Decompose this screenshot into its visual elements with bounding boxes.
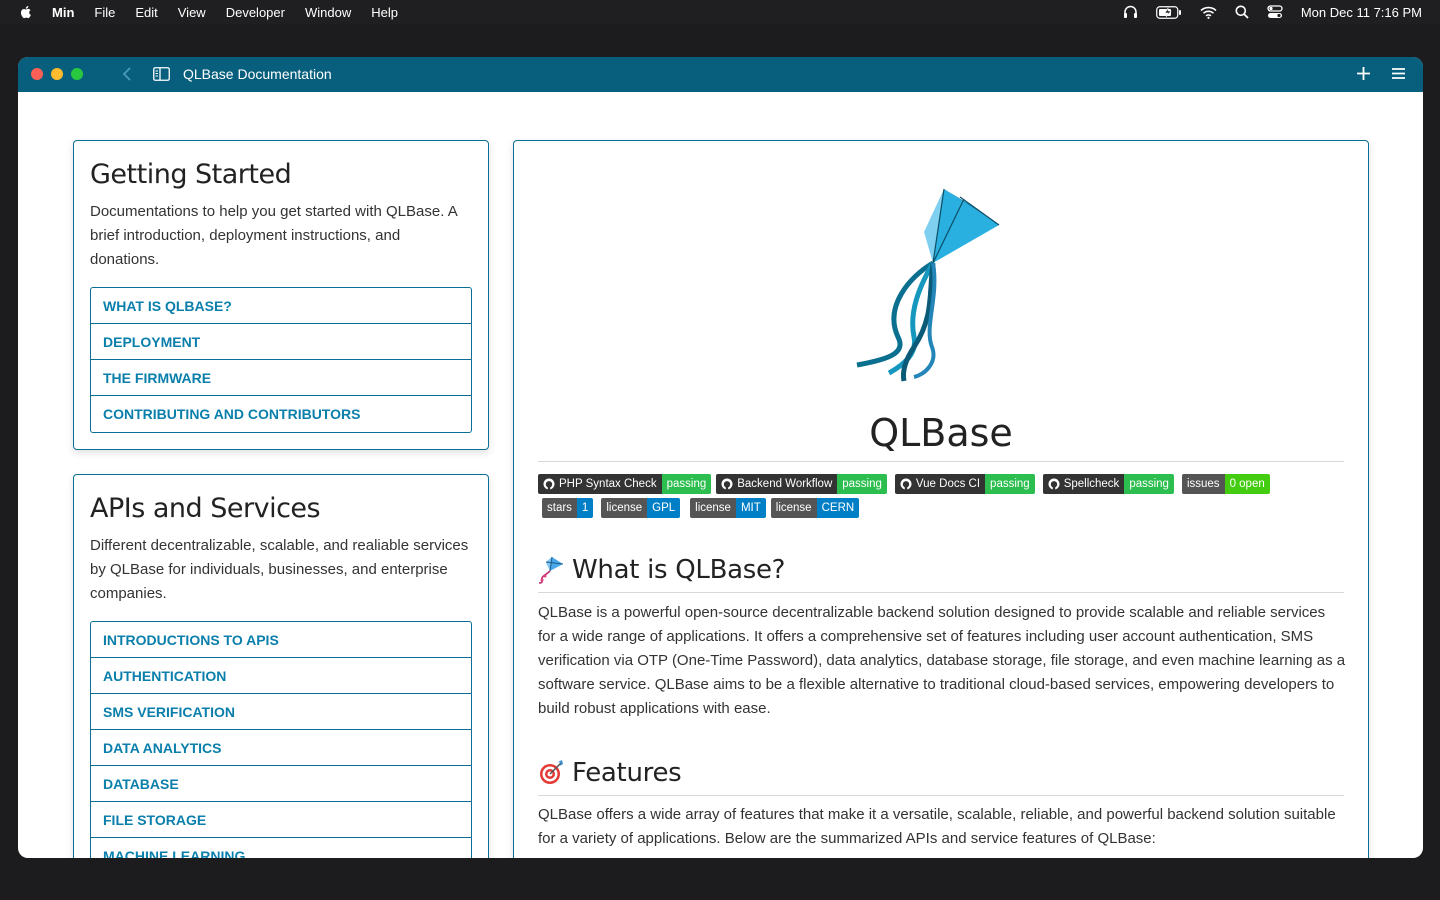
- badge-license-cern[interactable]: license CERN: [770, 498, 860, 518]
- link-what-is-qlbase[interactable]: WHAT IS QLBASE?: [91, 288, 471, 324]
- badge-value: MIT: [735, 498, 766, 518]
- badge-php-syntax[interactable]: PHP Syntax Check passing: [538, 474, 712, 494]
- badges: PHP Syntax Check passing Backend Workflo…: [538, 474, 1344, 522]
- badge-row-meta: stars 1 license GPL license MIT license …: [538, 498, 1344, 518]
- main-readme-card: QLBase PHP Syntax Check passing Backend …: [513, 140, 1369, 858]
- wifi-icon[interactable]: [1200, 6, 1217, 19]
- close-button[interactable]: [31, 68, 43, 80]
- apis-services-links: INTRODUCTIONS TO APIS AUTHENTICATION SMS…: [90, 621, 472, 858]
- badge-value: passing: [985, 474, 1035, 494]
- badge-label: Vue Docs CI: [915, 478, 981, 490]
- menu-help[interactable]: Help: [371, 5, 398, 20]
- github-icon: [543, 478, 555, 490]
- badge-backend-workflow[interactable]: Backend Workflow passing: [716, 474, 887, 494]
- new-tab-icon[interactable]: [1356, 66, 1371, 86]
- menu-edit[interactable]: Edit: [135, 5, 157, 20]
- menu-view[interactable]: View: [178, 5, 206, 20]
- badge-label: Spellcheck: [1063, 478, 1120, 490]
- github-icon: [1048, 478, 1060, 490]
- badge-label: issues: [1181, 474, 1225, 494]
- kite-logo: [856, 188, 1000, 382]
- link-data-analytics[interactable]: DATA ANALYTICS: [91, 730, 471, 766]
- badge-label: license: [690, 498, 736, 518]
- badge-value: passing: [1124, 474, 1174, 494]
- kite-emoji-icon: [538, 556, 564, 584]
- badge-value: 1: [576, 498, 594, 518]
- apis-services-title: APIs and Services: [90, 493, 321, 524]
- badge-value: GPL: [647, 498, 681, 518]
- link-the-firmware[interactable]: THE FIRMWARE: [91, 360, 471, 396]
- badge-spellcheck[interactable]: Spellcheck passing: [1042, 474, 1174, 494]
- page-title: QLBase: [869, 411, 1013, 455]
- badge-value: passing: [661, 474, 712, 494]
- hamburger-menu-icon[interactable]: [1391, 67, 1406, 85]
- menu-bar: Min File Edit View Developer Window Help…: [0, 0, 1440, 24]
- browser-window: QLBase Documentation Getting Started Doc…: [18, 57, 1423, 858]
- badge-row-status: PHP Syntax Check passing Backend Workflo…: [538, 474, 1344, 494]
- badge-value: 0 open: [1224, 474, 1270, 494]
- link-database[interactable]: DATABASE: [91, 766, 471, 802]
- title-divider: [538, 461, 1344, 462]
- control-center-icon[interactable]: [1267, 5, 1283, 19]
- menu-developer[interactable]: Developer: [226, 5, 285, 20]
- badge-label: license: [770, 498, 817, 518]
- badge-license-gpl[interactable]: license GPL: [601, 498, 681, 518]
- target-emoji-icon: [538, 760, 564, 786]
- section-features: Features: [538, 758, 682, 788]
- link-machine-learning[interactable]: MACHINE LEARNING: [91, 838, 471, 858]
- menu-file[interactable]: File: [94, 5, 115, 20]
- back-arrow-icon[interactable]: [122, 66, 132, 87]
- what-is-qlbase-heading: What is QLBase?: [572, 555, 786, 585]
- github-icon: [900, 478, 912, 490]
- what-is-qlbase-text: QLBase is a powerful open-source decentr…: [538, 604, 1346, 717]
- features-text: QLBase offers a wide array of features t…: [538, 806, 1336, 847]
- apis-services-description: Different decentralizable, scalable, and…: [90, 537, 469, 602]
- apis-services-card: APIs and Services Different decentraliza…: [73, 474, 489, 858]
- features-divider: [538, 795, 1344, 796]
- section-what-is-qlbase: What is QLBase?: [538, 555, 785, 585]
- search-icon[interactable]: [1235, 5, 1249, 19]
- badge-value: passing: [837, 474, 887, 494]
- minimize-button[interactable]: [51, 68, 63, 80]
- title-bar: QLBase Documentation: [18, 57, 1423, 92]
- link-file-storage[interactable]: FILE STORAGE: [91, 802, 471, 838]
- window-title[interactable]: QLBase Documentation: [183, 66, 332, 82]
- what-divider: [538, 592, 1344, 593]
- badge-label: Backend Workflow: [737, 478, 833, 490]
- headphones-icon[interactable]: [1123, 5, 1138, 19]
- apple-icon[interactable]: [18, 4, 34, 20]
- badge-label: stars: [542, 498, 577, 518]
- sidebar-toggle-icon[interactable]: [153, 67, 170, 86]
- badge-value: CERN: [816, 498, 860, 518]
- badge-label: license: [601, 498, 648, 518]
- menu-app-name[interactable]: Min: [52, 5, 74, 20]
- features-heading: Features: [572, 758, 682, 788]
- getting-started-card: Getting Started Documentations to help y…: [73, 140, 489, 450]
- badge-stars[interactable]: stars 1: [542, 498, 594, 518]
- menu-window[interactable]: Window: [305, 5, 351, 20]
- badge-label: PHP Syntax Check: [559, 478, 657, 490]
- menu-clock[interactable]: Mon Dec 11 7:16 PM: [1301, 5, 1422, 20]
- link-authentication[interactable]: AUTHENTICATION: [91, 658, 471, 694]
- link-introductions-to-apis[interactable]: INTRODUCTIONS TO APIS: [91, 622, 471, 658]
- link-sms-verification[interactable]: SMS VERIFICATION: [91, 694, 471, 730]
- getting-started-title: Getting Started: [90, 159, 292, 190]
- badge-vue-docs-ci[interactable]: Vue Docs CI passing: [894, 474, 1035, 494]
- badge-license-mit[interactable]: license MIT: [690, 498, 766, 518]
- github-icon: [721, 478, 733, 490]
- page-content: Getting Started Documentations to help y…: [18, 92, 1423, 858]
- link-contributing[interactable]: CONTRIBUTING AND CONTRIBUTORS: [91, 396, 471, 432]
- getting-started-description: Documentations to help you get started w…: [90, 203, 457, 268]
- battery-icon[interactable]: [1155, 5, 1182, 19]
- link-deployment[interactable]: DEPLOYMENT: [91, 324, 471, 360]
- zoom-button[interactable]: [71, 68, 83, 80]
- getting-started-links: WHAT IS QLBASE? DEPLOYMENT THE FIRMWARE …: [90, 287, 472, 433]
- badge-issues[interactable]: issues 0 open: [1181, 474, 1270, 494]
